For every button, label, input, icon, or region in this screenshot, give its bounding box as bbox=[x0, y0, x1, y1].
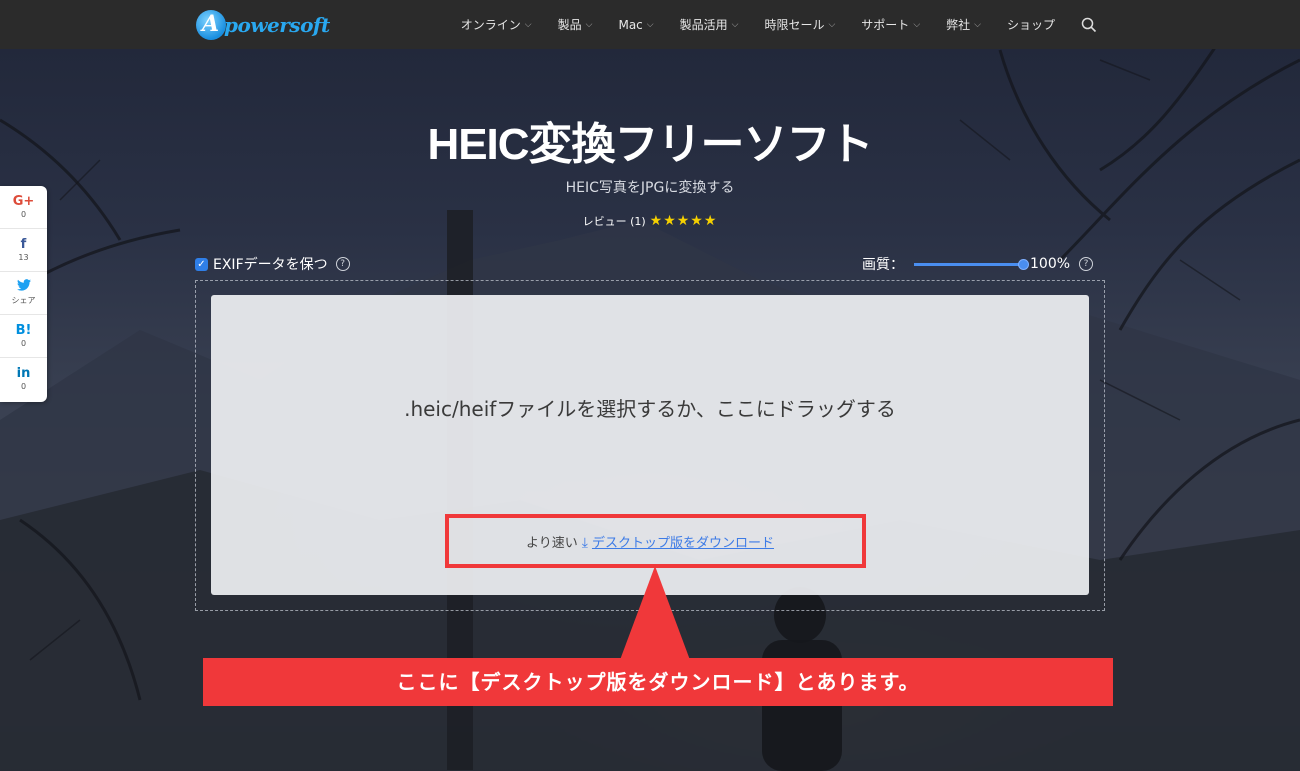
nav-item-support[interactable]: サポート ⌵ bbox=[861, 16, 920, 33]
hatena-icon: B! bbox=[15, 323, 32, 338]
nav-item-online[interactable]: オンライン ⌵ bbox=[461, 16, 532, 33]
share-hatena[interactable]: B! 0 bbox=[0, 315, 47, 358]
exif-checkbox[interactable]: ✓ bbox=[195, 257, 208, 271]
logo-letter: A bbox=[202, 11, 220, 37]
search-icon[interactable] bbox=[1081, 17, 1097, 33]
chevron-down-icon: ⌵ bbox=[585, 19, 593, 30]
quality-slider[interactable] bbox=[914, 258, 1029, 270]
annotation-callout: ここに【デスクトップ版をダウンロード】とあります。 bbox=[203, 658, 1113, 706]
annotation-arrow bbox=[620, 566, 690, 660]
slider-fill bbox=[914, 262, 1024, 266]
help-icon[interactable]: ? bbox=[1079, 257, 1094, 271]
linkedin-icon: in bbox=[16, 366, 31, 381]
help-icon[interactable]: ? bbox=[335, 257, 350, 271]
chevron-down-icon: ⌵ bbox=[524, 19, 532, 30]
nav-label: 弊社 bbox=[946, 18, 971, 32]
drop-prompt: .heic/heifファイルを選択するか、ここにドラッグする bbox=[404, 397, 896, 421]
star-rating-icon: ★★★★★ bbox=[649, 213, 718, 229]
chevron-down-icon: ⌵ bbox=[646, 19, 654, 30]
quality-label: 画質： bbox=[862, 257, 904, 273]
quality-control: 画質： 100% ? bbox=[862, 255, 1094, 273]
exif-label: EXIFデータを保つ bbox=[213, 257, 328, 273]
nav-item-shop[interactable]: ショップ bbox=[1007, 16, 1055, 33]
review-rating[interactable]: レビュー (1) ★★★★★ bbox=[0, 213, 1300, 229]
share-count: 0 bbox=[20, 382, 27, 391]
chevron-down-icon: ⌵ bbox=[913, 19, 921, 30]
nav-label: Mac bbox=[618, 17, 643, 32]
share-count: 0 bbox=[20, 339, 27, 348]
nav-item-product-usage[interactable]: 製品活用 ⌵ bbox=[680, 16, 739, 33]
nav-item-mac[interactable]: Mac ⌵ bbox=[618, 18, 653, 32]
nav-item-products[interactable]: 製品 ⌵ bbox=[558, 16, 593, 33]
nav-menu: オンライン ⌵ 製品 ⌵ Mac ⌵ 製品活用 ⌵ 時限セール ⌵ サポート ⌵ 弊社 ⌵ シ… bbox=[435, 0, 1097, 49]
share-linkedin[interactable]: in 0 bbox=[0, 358, 47, 401]
top-navigation-bar: A powersoft オンライン ⌵ 製品 ⌵ Mac ⌵ 製品活用 ⌵ 時限セール ⌵… bbox=[0, 0, 1300, 49]
page-subtitle: HEIC写真をJPGに変換する bbox=[565, 180, 735, 196]
exif-option[interactable]: ✓ EXIFデータを保つ ? bbox=[195, 255, 350, 273]
share-facebook[interactable]: f 13 bbox=[0, 229, 47, 272]
nav-label: オンライン bbox=[460, 18, 521, 32]
nav-label: 製品活用 bbox=[679, 18, 728, 32]
share-twitter[interactable]: シェア bbox=[0, 272, 47, 315]
facebook-icon: f bbox=[20, 237, 27, 252]
nav-label: 時限セール bbox=[764, 18, 825, 32]
annotation-highlight-box bbox=[445, 514, 866, 568]
share-label: シェア bbox=[11, 296, 36, 305]
share-count: 13 bbox=[18, 253, 29, 262]
nav-item-sale[interactable]: 時限セール ⌵ bbox=[764, 16, 835, 33]
nav-label: サポート bbox=[861, 18, 910, 32]
review-label: レビュー (1) bbox=[582, 215, 646, 228]
apowersoft-logo[interactable]: A powersoft bbox=[196, 9, 330, 41]
chevron-down-icon: ⌵ bbox=[974, 19, 981, 30]
logo-text: powersoft bbox=[224, 13, 330, 37]
page-title: HEIC変換フリーソフト bbox=[427, 120, 873, 169]
nav-label: 製品 bbox=[557, 18, 582, 32]
quality-value: 100% bbox=[1030, 256, 1071, 272]
nav-label: ショップ bbox=[1006, 18, 1055, 32]
twitter-icon bbox=[0, 279, 47, 296]
chevron-down-icon: ⌵ bbox=[828, 19, 836, 30]
chevron-down-icon: ⌵ bbox=[731, 19, 739, 30]
slider-handle[interactable] bbox=[1018, 258, 1029, 270]
nav-item-company[interactable]: 弊社 ⌵ bbox=[946, 16, 981, 33]
